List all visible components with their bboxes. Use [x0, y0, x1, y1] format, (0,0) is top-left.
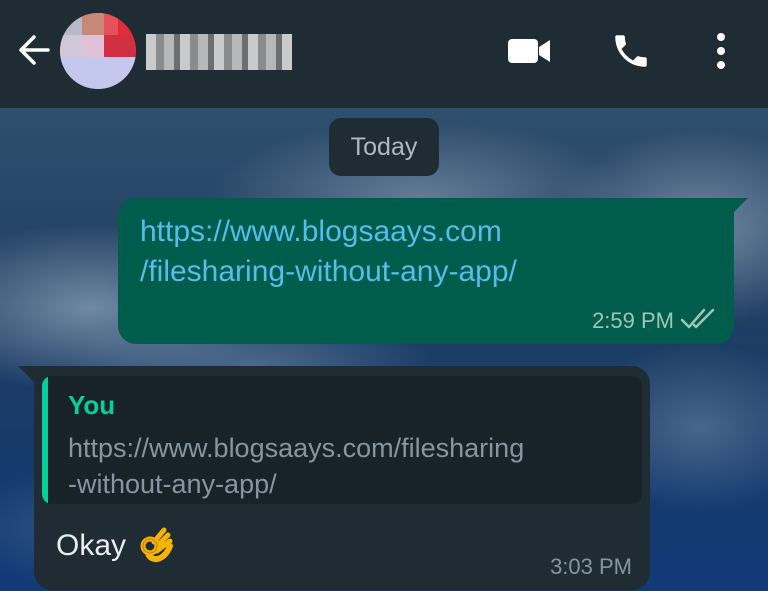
- quoted-message[interactable]: You https://www.blogsaays.com/filesharin…: [42, 376, 642, 504]
- quote-line-2: -without-any-app/: [68, 469, 277, 499]
- date-label: Today: [350, 132, 418, 161]
- incoming-message[interactable]: You https://www.blogsaays.com/filesharin…: [34, 366, 650, 590]
- more-options-icon[interactable]: [708, 30, 734, 72]
- contact-name-blurred[interactable]: [146, 34, 292, 70]
- message-timestamp: 3:03 PM: [550, 554, 632, 579]
- message-body: Okay: [56, 526, 176, 566]
- quote-author: You: [68, 390, 116, 420]
- message-link[interactable]: https://www.blogsaays.com /filesharing-w…: [140, 212, 720, 292]
- date-divider: Today: [329, 118, 439, 176]
- voice-call-icon[interactable]: [610, 30, 652, 72]
- message-text: Okay: [56, 529, 127, 562]
- quote-accent-bar: [42, 376, 48, 504]
- outgoing-message[interactable]: https://www.blogsaays.com /filesharing-w…: [118, 198, 734, 344]
- video-call-icon[interactable]: [506, 34, 552, 68]
- chat-header: [0, 0, 768, 108]
- link-line-1[interactable]: https://www.blogsaays.com: [140, 212, 720, 252]
- link-line-2[interactable]: /filesharing-without-any-app/: [140, 252, 720, 292]
- back-arrow-icon[interactable]: [14, 30, 54, 70]
- avatar[interactable]: [60, 13, 136, 89]
- ok-hand-icon: [136, 526, 176, 566]
- double-check-icon: [680, 306, 716, 332]
- quote-line-1: https://www.blogsaays.com/filesharing: [68, 433, 525, 463]
- message-timestamp: 2:59 PM: [592, 308, 674, 333]
- quote-text: https://www.blogsaays.com/filesharing -w…: [68, 430, 628, 502]
